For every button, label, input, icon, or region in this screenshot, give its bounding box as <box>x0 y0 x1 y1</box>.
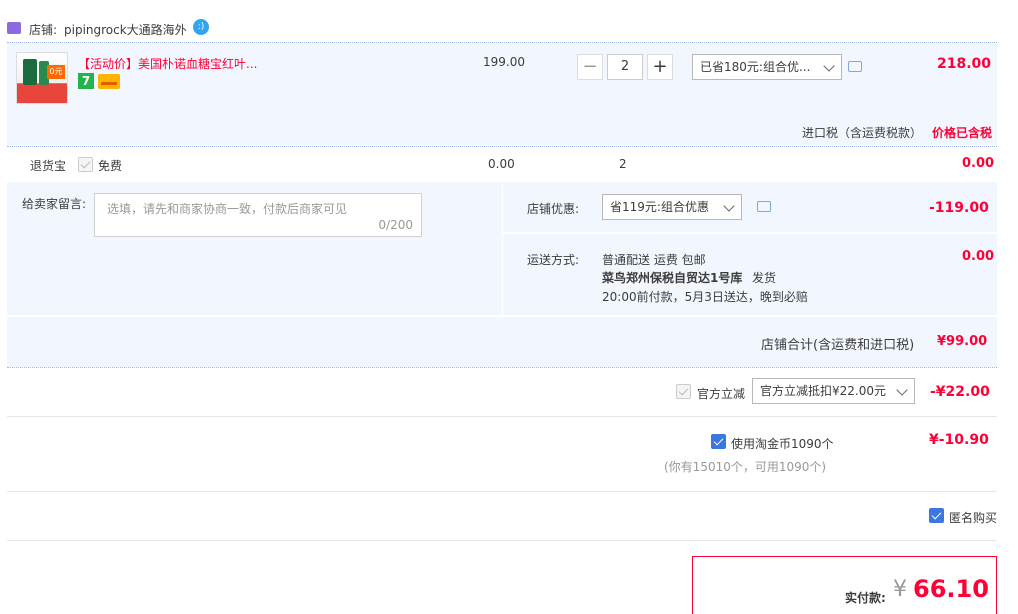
shop-discount-select[interactable]: 省119元:组合优惠 <box>602 194 742 220</box>
shop-discount-select-value: 省119元:组合优惠 <box>610 200 709 214</box>
coins-value: ¥-10.90 <box>929 432 989 448</box>
payment-label: 实付款: <box>845 591 886 605</box>
product-thumbnail[interactable]: 0元 <box>16 52 68 104</box>
divider <box>7 416 997 417</box>
shop-icon <box>7 22 21 34</box>
shipping-ship-word: 发货 <box>752 271 777 285</box>
divider <box>7 367 997 368</box>
divider <box>502 232 997 234</box>
chevron-down-icon <box>896 384 908 396</box>
payment-currency: ¥ <box>893 577 907 602</box>
anonymous-checkbox[interactable] <box>929 508 944 523</box>
shop-total-label: 店铺合计(含运费和进口税) <box>761 338 915 353</box>
credit-card-icon <box>98 74 120 89</box>
coins-note: (你有15010个，可用1090个) <box>664 460 827 474</box>
import-tax-label: 进口税（含运费税款） <box>802 126 923 140</box>
message-counter: 0/200 <box>378 218 413 232</box>
item-subtotal: 218.00 <box>937 56 992 72</box>
official-discount-label: 官方立减 <box>697 387 746 401</box>
shop-label: 店铺: <box>29 23 58 37</box>
coins-checkbox[interactable] <box>711 434 726 449</box>
divider <box>7 491 997 492</box>
payment-total-box: 实付款: ¥ 66.10 <box>692 556 997 614</box>
shop-total-value: ¥99.00 <box>937 334 988 349</box>
return-insurance-qty: 2 <box>619 157 627 171</box>
return-insurance-total: 0.00 <box>962 156 995 171</box>
shipping-method: 普通配送 运费 包邮 <box>602 253 706 267</box>
divider <box>7 315 997 317</box>
return-insurance-price: 0.00 <box>488 157 515 171</box>
shop-name-link[interactable]: pipingrock大通路海外 <box>64 21 187 38</box>
shipping-label: 运送方式: <box>527 253 580 267</box>
item-discount-select[interactable]: 已省180元:组合优... <box>692 54 842 80</box>
coins-label: 使用淘金币1090个 <box>731 437 834 451</box>
divider <box>502 182 503 315</box>
official-discount-select-value: 官方立减抵扣¥22.00元 <box>760 384 886 398</box>
message-textarea[interactable]: 选填，请先和商家协商一致，付款后商家可见 0/200 <box>94 193 422 237</box>
message-placeholder: 选填，请先和商家协商一致，付款后商家可见 <box>107 202 348 216</box>
shop-discount-value: -119.00 <box>929 200 989 216</box>
unit-price: 199.00 <box>483 55 525 69</box>
payment-value: 66.10 <box>913 575 989 603</box>
shipping-warehouse: 菜鸟郑州保税自贸达1号库 <box>602 271 743 285</box>
decrease-button[interactable]: − <box>577 54 603 80</box>
chevron-down-icon <box>723 200 735 212</box>
return-insurance-label: 退货宝 <box>30 159 67 173</box>
official-discount-value: -¥22.00 <box>930 384 990 400</box>
shipping-eta: 20:00前付款，5月3日送达，晚到必赔 <box>602 290 808 304</box>
import-tax-value: 价格已含税 <box>932 126 993 140</box>
divider <box>7 146 997 147</box>
product-title-link[interactable]: 【活动价】美国朴诺血糖宝红叶... <box>78 55 257 72</box>
comment-icon[interactable] <box>757 201 771 212</box>
return-insurance-option: 免费 <box>98 159 123 173</box>
item-discount-select-value: 已省180元:组合优... <box>700 60 811 74</box>
seven-day-return-icon: 7 <box>78 73 94 89</box>
anonymous-label: 匿名购买 <box>949 511 998 525</box>
wangwang-chat-icon[interactable]: :) <box>193 19 209 35</box>
shop-discount-label: 店铺优惠: <box>527 202 580 216</box>
shipping-value: 0.00 <box>962 249 995 264</box>
increase-button[interactable]: + <box>647 54 673 80</box>
divider <box>7 540 997 541</box>
return-insurance-checkbox[interactable] <box>78 157 93 172</box>
comment-icon[interactable] <box>848 61 862 72</box>
message-label: 给卖家留言: <box>22 197 87 211</box>
chevron-down-icon <box>823 60 835 72</box>
official-discount-select[interactable]: 官方立减抵扣¥22.00元 <box>752 378 915 404</box>
official-discount-checkbox[interactable] <box>676 384 691 399</box>
quantity-input[interactable]: 2 <box>607 54 643 80</box>
